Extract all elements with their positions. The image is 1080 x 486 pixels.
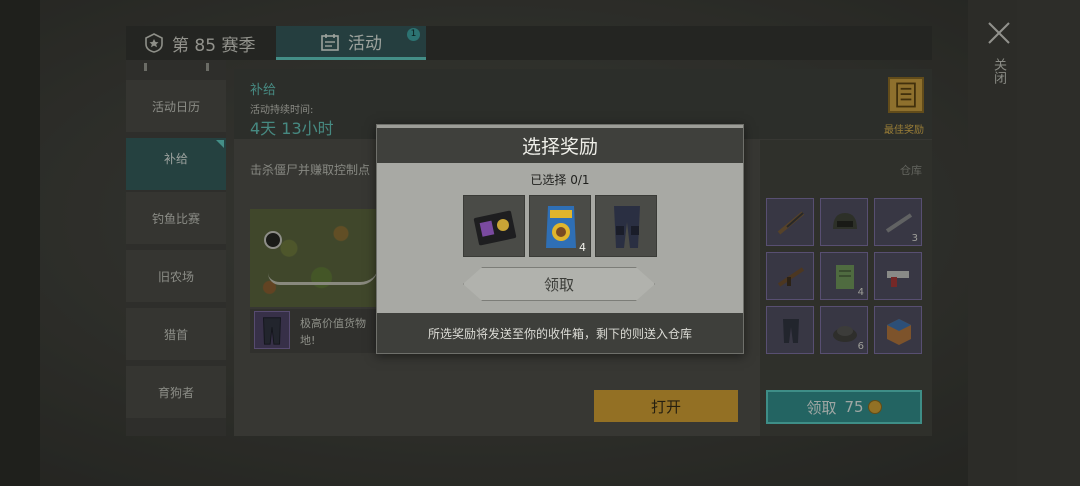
dialog-footer-note: 所选奖励将发送至你的收件箱，剩下的则送入仓库	[377, 313, 743, 353]
selection-count: 已选择 0/1	[530, 173, 590, 187]
dialog-claim-label: 领取	[543, 275, 574, 294]
choose-reward-dialog: 选择奖励 已选择 0/1 4 领取 所选奖励将发送至你的收件箱，剩下的则送入仓库	[376, 124, 744, 354]
armor-pants-icon	[614, 206, 640, 248]
dialog-claim-button[interactable]: 领取	[463, 267, 655, 301]
reward-option-badge-wallet[interactable]	[463, 195, 525, 257]
reward-option-armor-pants[interactable]	[595, 195, 657, 257]
game-screen: 第 85 赛季 活动 1 关闭 活动日历 补给 钓鱼比赛 旧农场 猎首 育狗者	[0, 0, 1080, 486]
badge-wallet-icon	[473, 210, 517, 246]
reward-option-dog-food[interactable]: 4	[529, 195, 591, 257]
option-count: 4	[579, 241, 586, 254]
dialog-title: 选择奖励	[377, 125, 743, 163]
